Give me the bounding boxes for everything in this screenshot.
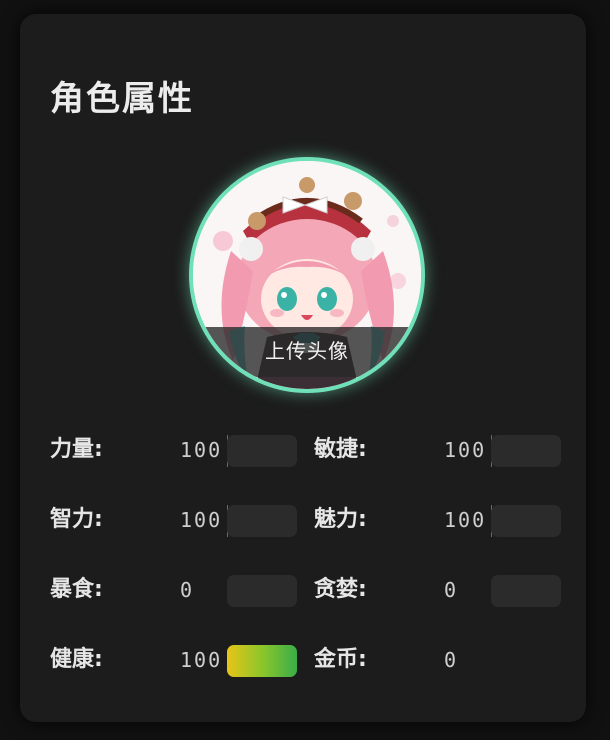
page-title: 角色属性 (50, 79, 194, 119)
stat-label-gold: 金币: (314, 647, 367, 672)
avatar[interactable]: 上传头像 (189, 157, 425, 393)
charm-input[interactable] (491, 505, 561, 537)
attributes-panel: 角色属性 上传头像 力量: 100 敏捷: 100 智力: 100 魅力: 10… (20, 14, 586, 722)
agility-input[interactable] (491, 435, 561, 467)
stat-value-charm: 100 (444, 508, 487, 532)
stat-value-greed: 0 (444, 578, 459, 602)
stat-value-intelligence: 100 (180, 508, 223, 532)
gluttony-input[interactable] (227, 575, 297, 607)
stat-label-strength: 力量: (50, 437, 103, 462)
stat-value-gluttony: 0 (180, 578, 195, 602)
stat-label-greed: 贪婪: (314, 577, 367, 602)
stat-label-agility: 敏捷: (314, 437, 367, 462)
stat-label-gluttony: 暴食: (50, 577, 103, 602)
intelligence-input[interactable] (227, 505, 297, 537)
stat-value-gold: 0 (444, 648, 459, 672)
stat-label-intelligence: 智力: (50, 507, 103, 532)
upload-avatar-button[interactable]: 上传头像 (193, 327, 421, 377)
greed-input[interactable] (491, 575, 561, 607)
stat-value-agility: 100 (444, 438, 487, 462)
health-bar (227, 645, 297, 677)
stat-value-strength: 100 (180, 438, 223, 462)
stat-value-health: 100 (180, 648, 223, 672)
stat-label-health: 健康: (50, 647, 103, 672)
strength-input[interactable] (227, 435, 297, 467)
stat-label-charm: 魅力: (314, 507, 367, 532)
